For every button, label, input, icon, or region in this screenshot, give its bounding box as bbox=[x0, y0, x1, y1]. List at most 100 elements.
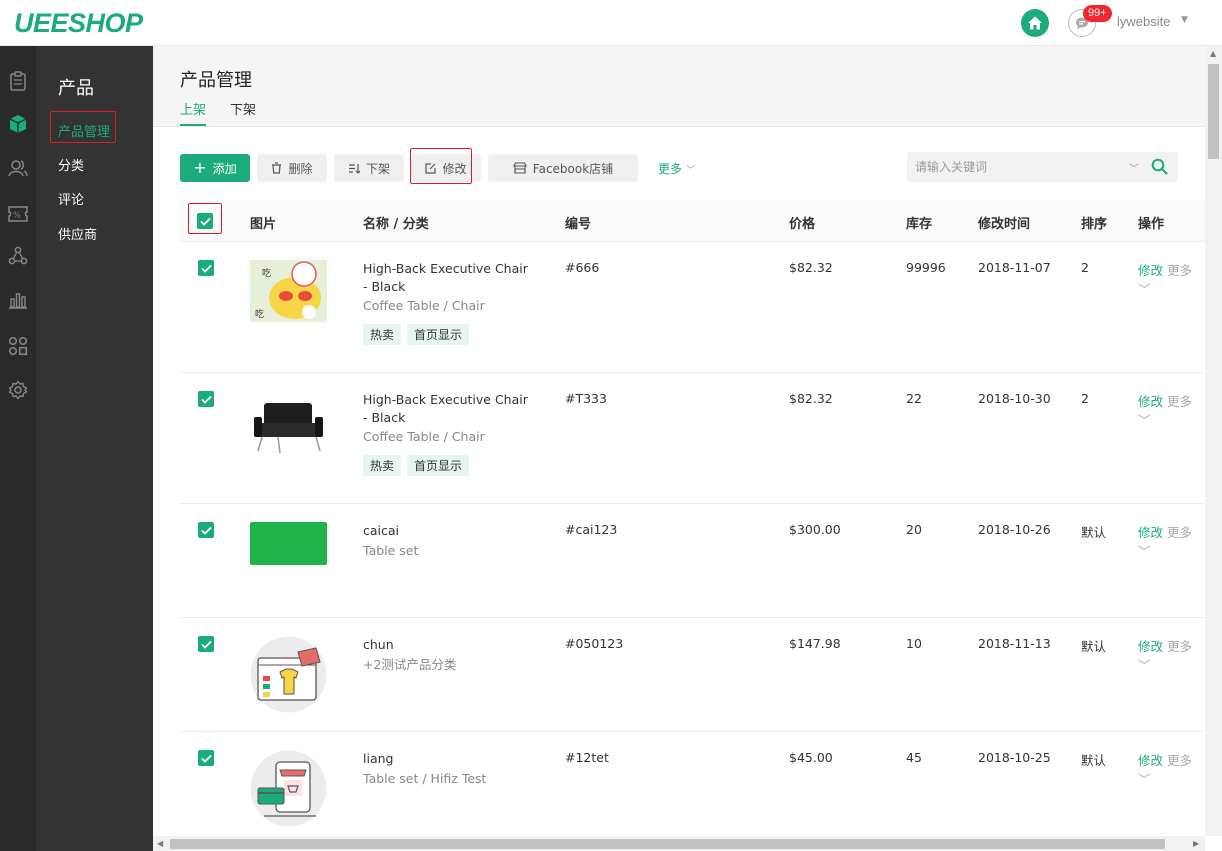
edit-link[interactable]: 修改 bbox=[1138, 639, 1163, 654]
add-button[interactable]: + 添加 bbox=[180, 154, 250, 182]
tab-offline[interactable]: 下架 bbox=[230, 99, 256, 118]
chevron-down-icon: ﹀ bbox=[686, 166, 696, 176]
facebook-label: Facebook店铺 bbox=[532, 161, 614, 176]
shirt-illustration-image[interactable] bbox=[250, 636, 327, 713]
tag-homepage: 首页显示 bbox=[407, 455, 470, 476]
product-sort: 默认 bbox=[1081, 525, 1107, 540]
row-checkbox[interactable] bbox=[198, 260, 214, 276]
check-icon bbox=[200, 395, 212, 404]
share-icon[interactable] bbox=[7, 245, 29, 267]
column-header-image: 图片 bbox=[250, 217, 277, 232]
search-box: ﹀ bbox=[907, 152, 1178, 182]
product-price: $147.98 bbox=[789, 636, 841, 651]
apps-icon[interactable] bbox=[7, 335, 29, 357]
column-header-name[interactable]: 名称 / 分类 bbox=[363, 213, 429, 232]
row-checkbox[interactable] bbox=[198, 750, 214, 766]
delete-button[interactable]: 删除 bbox=[257, 154, 327, 182]
sidebar-item-category[interactable]: 分类 bbox=[58, 155, 84, 174]
search-input[interactable] bbox=[907, 152, 1127, 182]
products-icon[interactable] bbox=[7, 113, 29, 135]
column-header-sku[interactable]: 编号 bbox=[565, 213, 591, 232]
tab-indicator bbox=[180, 124, 206, 126]
facebook-store-button[interactable]: Facebook店铺 bbox=[488, 154, 638, 182]
green-swatch-image[interactable] bbox=[250, 522, 327, 565]
column-header-sort[interactable]: 排序 bbox=[1081, 213, 1107, 232]
scroll-right-icon[interactable]: ▶ bbox=[1193, 839, 1199, 848]
product-stock: 20 bbox=[906, 522, 922, 537]
row-actions: 修改 更多 ﹀ bbox=[1138, 522, 1205, 560]
product-name[interactable]: High-Back Executive Chair - Black bbox=[363, 391, 533, 427]
settings-icon[interactable] bbox=[7, 379, 29, 401]
vertical-scrollbar[interactable]: ▲ bbox=[1205, 46, 1222, 836]
sidebar-item-product-management[interactable]: 产品管理 bbox=[58, 121, 110, 140]
product-name[interactable]: liang bbox=[363, 750, 533, 768]
cartoon-cat-image[interactable]: 吃 吃 bbox=[250, 260, 327, 322]
sidebar-title: 产品 bbox=[58, 78, 94, 99]
orders-icon[interactable] bbox=[7, 70, 29, 92]
row-actions: 修改 更多 ﹀ bbox=[1138, 260, 1205, 298]
row-checkbox[interactable] bbox=[198, 522, 214, 538]
row-checkbox[interactable] bbox=[198, 636, 214, 652]
row-actions: 修改 更多 ﹀ bbox=[1138, 750, 1205, 788]
offline-button[interactable]: 下架 bbox=[334, 154, 404, 182]
column-header-actions: 操作 bbox=[1138, 217, 1165, 232]
row-checkbox[interactable] bbox=[198, 391, 214, 407]
chevron-down-icon[interactable]: ▼ bbox=[1181, 15, 1188, 25]
sidebar-item-reviews[interactable]: 评论 bbox=[58, 189, 84, 208]
product-sort: 2 bbox=[1081, 260, 1089, 275]
chevron-down-icon[interactable]: ﹀ bbox=[1129, 160, 1139, 175]
users-icon[interactable] bbox=[7, 157, 29, 179]
product-name[interactable]: High-Back Executive Chair - Black bbox=[363, 260, 533, 296]
sort-down-icon bbox=[348, 163, 360, 174]
more-dropdown[interactable]: 更多 ﹀ bbox=[658, 160, 695, 177]
highlight-box bbox=[188, 203, 222, 234]
edit-link[interactable]: 修改 bbox=[1138, 394, 1163, 409]
search-icon[interactable] bbox=[1151, 158, 1168, 175]
add-label: 添加 bbox=[212, 161, 237, 176]
table-row: liang Table set / Hifiz Test #12tet $45.… bbox=[180, 732, 1205, 836]
check-icon bbox=[200, 526, 212, 535]
sidebar-item-suppliers[interactable]: 供应商 bbox=[58, 224, 97, 243]
column-header-price[interactable]: 价格 bbox=[789, 213, 815, 232]
product-price: $45.00 bbox=[789, 750, 833, 765]
product-name[interactable]: chun bbox=[363, 636, 533, 654]
stats-icon[interactable] bbox=[7, 289, 29, 311]
horizontal-scroll-thumb[interactable] bbox=[170, 839, 1165, 849]
product-price: $82.32 bbox=[789, 260, 833, 275]
column-header-stock[interactable]: 库存 bbox=[906, 213, 932, 232]
promotions-icon[interactable]: % bbox=[7, 203, 29, 225]
product-sku: #050123 bbox=[565, 636, 624, 651]
product-stock: 10 bbox=[906, 636, 922, 651]
black-chair-image[interactable] bbox=[250, 391, 327, 459]
scroll-up-icon[interactable]: ▲ bbox=[1210, 49, 1216, 58]
logo[interactable]: UEESHOP bbox=[14, 8, 143, 39]
tab-online[interactable]: 上架 bbox=[180, 99, 206, 118]
product-modified-date: 2018-10-26 bbox=[978, 522, 1051, 537]
home-button[interactable] bbox=[1021, 9, 1049, 37]
highlight-box bbox=[410, 148, 472, 184]
table-row: caicai Table set #cai123 $300.00 20 2018… bbox=[180, 504, 1205, 618]
edit-link[interactable]: 修改 bbox=[1138, 753, 1163, 768]
svg-text:%: % bbox=[13, 211, 21, 220]
svg-text:吃: 吃 bbox=[255, 308, 264, 320]
product-price: $82.32 bbox=[789, 391, 833, 406]
product-name[interactable]: caicai bbox=[363, 522, 533, 540]
svg-text:吃: 吃 bbox=[262, 267, 271, 279]
edit-link[interactable]: 修改 bbox=[1138, 525, 1163, 540]
vertical-scroll-thumb[interactable] bbox=[1208, 64, 1219, 159]
page-header: 产品管理 上架 下架 bbox=[153, 46, 1205, 127]
edit-link[interactable]: 修改 bbox=[1138, 263, 1163, 278]
horizontal-scrollbar[interactable]: ◀ ▶ bbox=[153, 836, 1205, 851]
column-header-modified[interactable]: 修改时间 bbox=[978, 213, 1030, 232]
product-category: +2测试产品分类 bbox=[363, 657, 457, 672]
user-name[interactable]: lywebsite bbox=[1117, 14, 1170, 29]
product-category: Coffee Table / Chair bbox=[363, 298, 485, 313]
shop-illustration-image[interactable] bbox=[250, 750, 327, 827]
trash-icon bbox=[272, 162, 282, 174]
tag-hot: 热卖 bbox=[363, 324, 402, 345]
delete-label: 删除 bbox=[288, 161, 313, 176]
sidebar: 产品 产品管理 分类 评论 供应商 bbox=[36, 46, 153, 851]
product-category: Coffee Table / Chair bbox=[363, 429, 485, 444]
scroll-left-icon[interactable]: ◀ bbox=[157, 839, 163, 848]
page-title: 产品管理 bbox=[180, 70, 252, 91]
